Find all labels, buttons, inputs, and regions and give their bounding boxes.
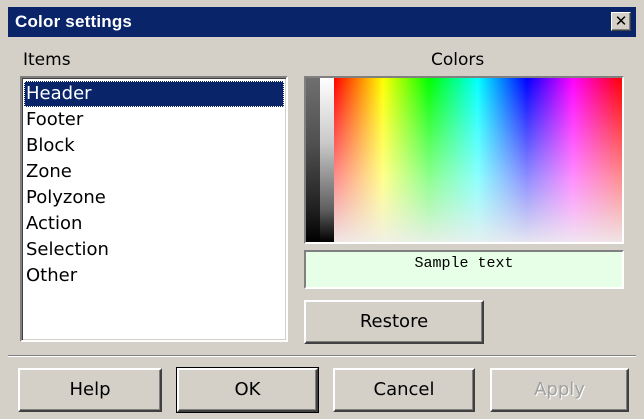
list-item-other[interactable]: Other xyxy=(24,263,284,289)
list-item-header[interactable]: Header xyxy=(24,81,284,107)
title-bar[interactable]: Color settings ✕ xyxy=(8,7,636,37)
sample-text-preview: Sample text xyxy=(304,250,624,289)
cancel-button[interactable]: Cancel xyxy=(333,368,475,412)
close-button[interactable]: ✕ xyxy=(611,12,631,31)
separator xyxy=(8,355,636,357)
grayscale-strip[interactable] xyxy=(306,78,334,242)
items-listbox[interactable]: Header Footer Block Zone Polyzone Action… xyxy=(20,76,288,342)
list-item-polyzone[interactable]: Polyzone xyxy=(24,185,284,211)
restore-button[interactable]: Restore xyxy=(304,300,484,344)
color-settings-dialog: Color settings ✕ Items Colors Header Foo… xyxy=(0,0,644,419)
list-item-selection[interactable]: Selection xyxy=(24,237,284,263)
items-label: Items xyxy=(23,50,71,70)
close-icon: ✕ xyxy=(614,12,628,30)
help-button[interactable]: Help xyxy=(18,368,162,412)
list-item-action[interactable]: Action xyxy=(24,211,284,237)
list-item-zone[interactable]: Zone xyxy=(24,159,284,185)
list-item-block[interactable]: Block xyxy=(24,133,284,159)
list-item-footer[interactable]: Footer xyxy=(24,107,284,133)
color-palette[interactable] xyxy=(304,76,624,244)
ok-button[interactable]: OK xyxy=(176,367,319,413)
color-spectrum[interactable] xyxy=(334,78,622,242)
colors-label: Colors xyxy=(431,50,485,70)
window-title: Color settings xyxy=(15,12,133,31)
apply-button[interactable]: Apply xyxy=(490,368,629,412)
